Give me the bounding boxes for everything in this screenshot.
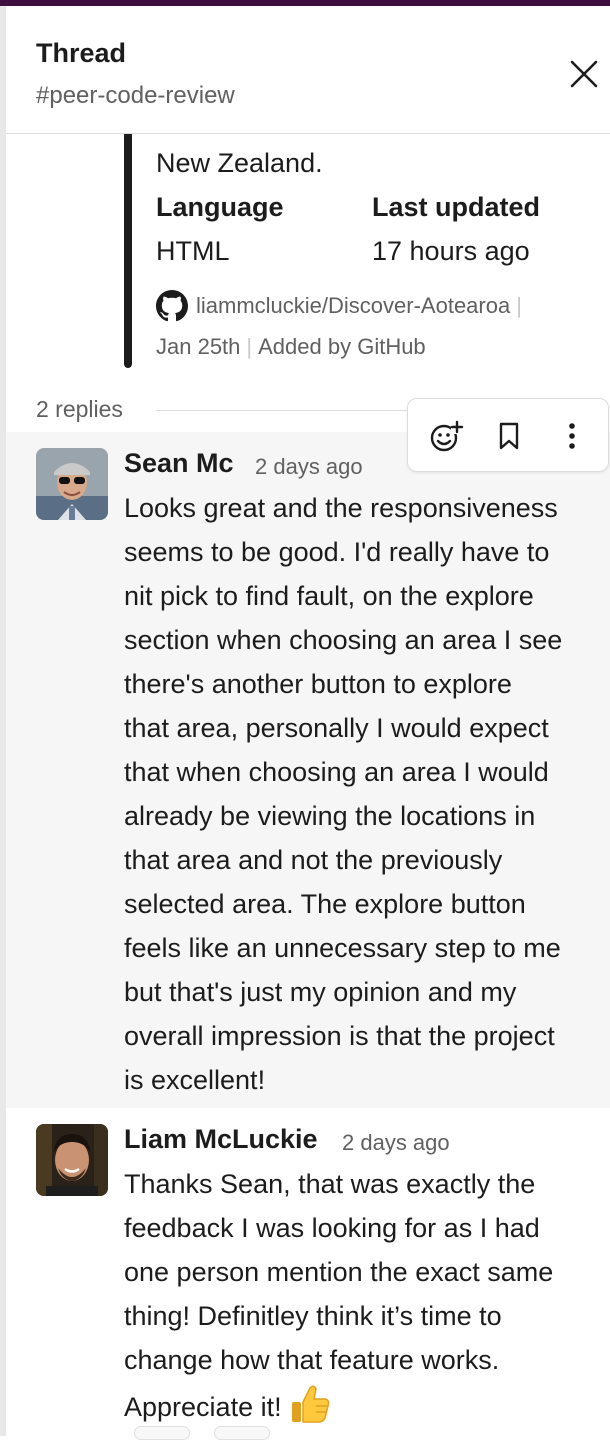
added-by: Added by GitHub xyxy=(258,334,426,359)
replies-count: 2 replies xyxy=(36,396,123,422)
message-line: feels like an unnecessary step to me xyxy=(124,933,561,963)
close-thread-button[interactable] xyxy=(564,54,604,94)
thread-title: Thread xyxy=(36,38,127,68)
message-timestamp[interactable]: 2 days ago xyxy=(255,454,363,480)
replies-divider xyxy=(156,410,416,411)
message-line: change how that feature works. xyxy=(124,1345,500,1375)
message-author[interactable]: Liam McLuckie xyxy=(124,1124,318,1155)
message-line: that when choosing an area I would xyxy=(124,757,549,787)
message-line: thing! Definitley think it’s time to xyxy=(124,1301,502,1331)
thread-header: Thread #peer-code-review xyxy=(6,6,610,134)
avatar[interactable] xyxy=(36,448,108,520)
field-value-last-updated: 17 hours ago xyxy=(372,236,530,266)
avatar-image xyxy=(36,1124,108,1196)
github-icon xyxy=(156,290,188,322)
message-line: overall impression is that the project xyxy=(124,1021,555,1051)
close-icon xyxy=(570,60,598,88)
add-reaction-icon xyxy=(430,420,464,452)
message-line: seems to be good. I'd really have to xyxy=(124,537,550,567)
repo-footer: liammcluckie/Discover-Aotearoa | xyxy=(156,290,528,322)
unfurl-date[interactable]: Jan 25th xyxy=(156,334,240,360)
message-line: Appreciate it! xyxy=(124,1382,553,1429)
channel-link[interactable]: #peer-code-review xyxy=(36,82,235,110)
repo-link[interactable]: liammcluckie/Discover-Aotearoa xyxy=(196,293,510,319)
github-unfurl: New Zealand. Language Last updated HTML … xyxy=(124,134,584,368)
more-actions-button[interactable] xyxy=(552,416,592,456)
attachment-bar xyxy=(124,134,132,368)
message-line: that area and not the previously xyxy=(124,845,503,875)
more-actions-icon xyxy=(569,423,575,449)
add-reaction-button[interactable] xyxy=(426,416,466,456)
avatar[interactable] xyxy=(36,1124,108,1196)
message-author[interactable]: Sean Mc xyxy=(124,448,234,479)
field-value-language: HTML xyxy=(156,236,230,266)
bookmark-icon xyxy=(499,422,519,450)
message-line: selected area. The explore button xyxy=(124,889,526,919)
message-line: that area, personally I would expect xyxy=(124,713,549,743)
message-line: already be viewing the locations in xyxy=(124,801,536,831)
message-line: one person mention the exact same xyxy=(124,1257,554,1287)
separator: | xyxy=(516,293,522,318)
repo-description: New Zealand. xyxy=(156,148,323,178)
message-text: Thanks Sean, that was exactly the feedba… xyxy=(124,1162,553,1429)
save-for-later-button[interactable] xyxy=(489,416,529,456)
avatar-image xyxy=(36,448,108,520)
separator: | xyxy=(246,334,253,359)
message-line: nit pick to find fault, on the explore xyxy=(124,581,534,611)
message-line: section when choosing an area I see xyxy=(124,625,563,655)
field-label-last-updated: Last updated xyxy=(372,192,541,222)
message-timestamp[interactable]: 2 days ago xyxy=(342,1130,450,1156)
message-line: is excellent! xyxy=(124,1065,266,1095)
message-line: there's another button to explore xyxy=(124,669,512,699)
message-line: but that's just my opinion and my xyxy=(124,977,517,1007)
reaction-pill[interactable] xyxy=(214,1426,270,1440)
message-line-text: Appreciate it! xyxy=(124,1392,282,1422)
thumbs-up-icon xyxy=(291,1385,329,1423)
message-line: feedback I was looking for as I had xyxy=(124,1213,540,1243)
message-actions-toolbar xyxy=(407,398,609,472)
unfurl-meta: Jan 25th | Added by GitHub xyxy=(156,334,426,360)
message-text: Looks great and the responsiveness seems… xyxy=(124,486,562,1102)
reaction-pill[interactable] xyxy=(134,1426,190,1440)
message-line: Thanks Sean, that was exactly the xyxy=(124,1169,536,1199)
field-label-language: Language xyxy=(156,192,284,222)
message-line: Looks great and the responsiveness xyxy=(124,493,558,523)
